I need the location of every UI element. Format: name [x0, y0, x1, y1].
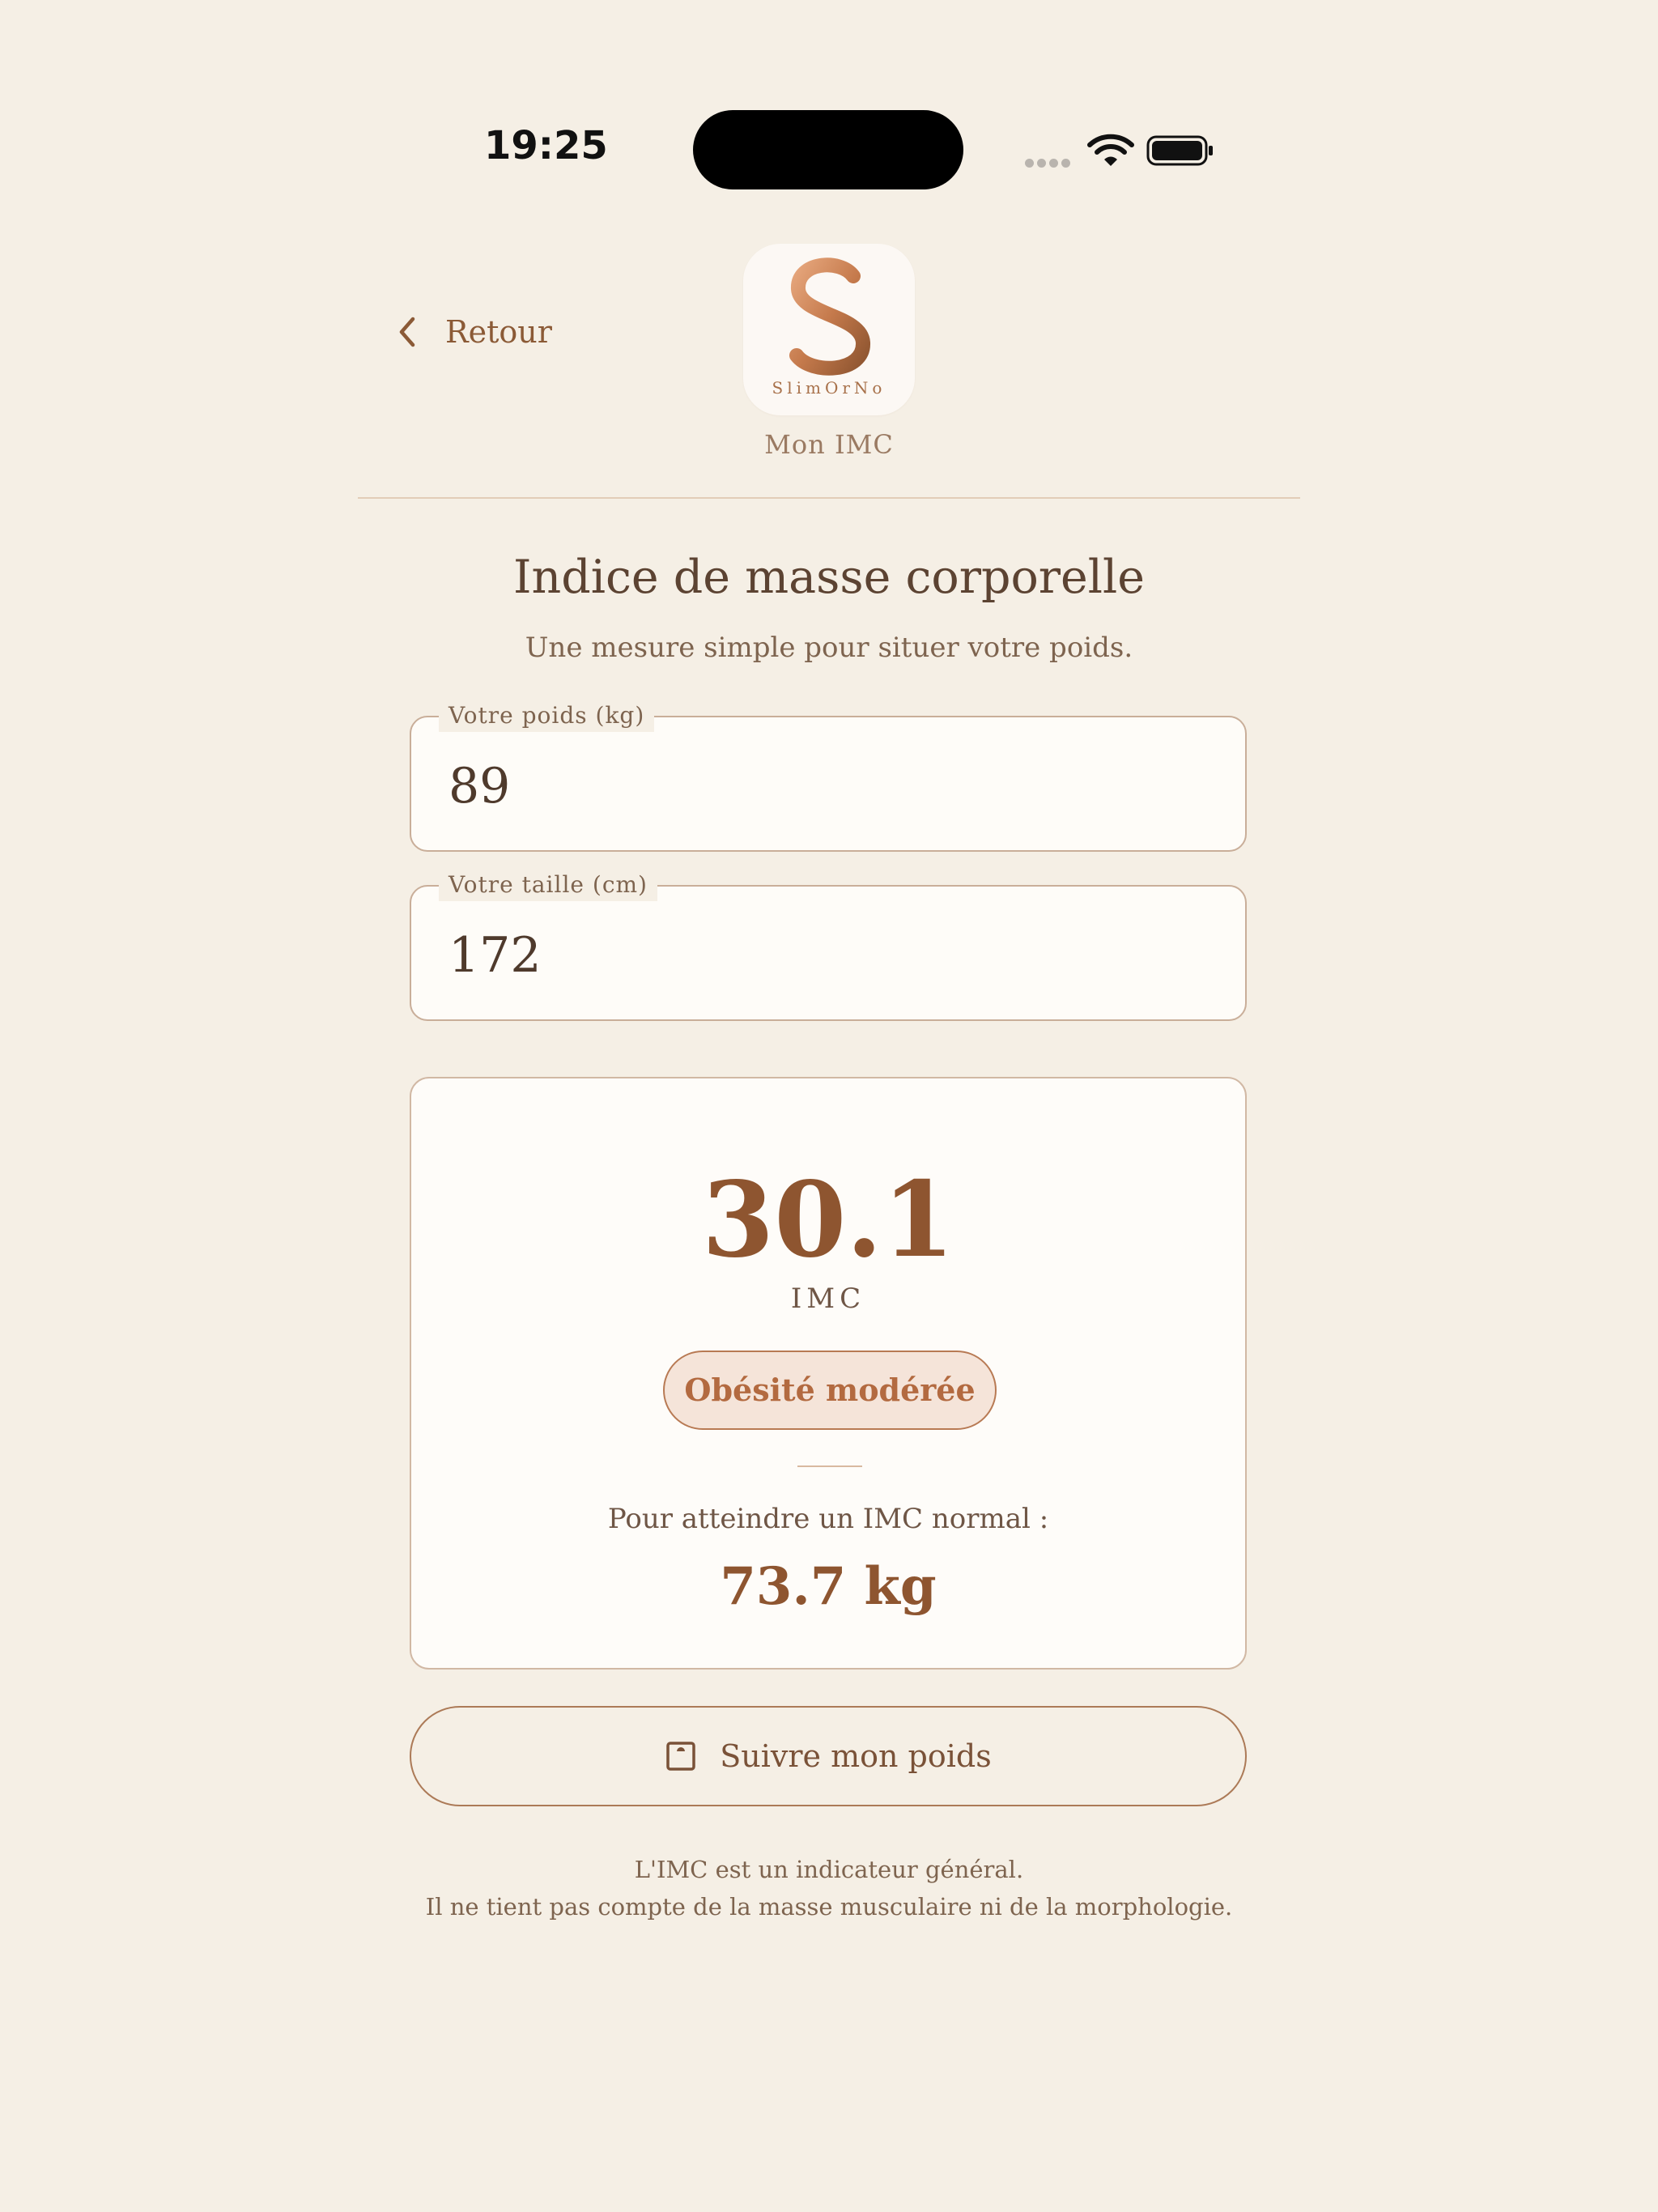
logo-s-mark: [789, 257, 870, 376]
page-title: Indice de masse corporelle: [513, 551, 1145, 604]
disclaimer-line-2: Il ne tient pas compte de la masse muscu…: [425, 1893, 1233, 1921]
card-divider: [797, 1465, 862, 1467]
weight-field-label: Votre poids (kg): [439, 700, 655, 732]
app-logo: SlimOrNo: [743, 244, 915, 415]
header-divider: [358, 497, 1300, 499]
target-weight-label: Pour atteindre un IMC normal :: [607, 1503, 1049, 1535]
weight-input[interactable]: 89: [449, 758, 510, 815]
weight-field[interactable]: Votre poids (kg) 89: [410, 700, 1247, 852]
track-weight-button[interactable]: Suivre mon poids: [410, 1706, 1247, 1806]
status-time: 19:25: [484, 123, 608, 168]
height-field[interactable]: Votre taille (cm) 172: [410, 869, 1247, 1021]
dynamic-island: [693, 110, 963, 189]
bmi-value: 30.1: [702, 1159, 954, 1281]
back-label: Retour: [445, 314, 552, 350]
battery-icon: [1146, 135, 1213, 166]
page-subtitle: Une mesure simple pour situer votre poid…: [525, 632, 1133, 664]
disclaimer: L'IMC est un indicateur général. Il ne t…: [343, 1851, 1315, 1925]
height-input[interactable]: 172: [449, 927, 542, 984]
bmi-label: IMC: [790, 1283, 866, 1315]
category-badge: Obésité modérée: [663, 1351, 997, 1430]
scale-icon: [666, 1742, 695, 1771]
target-weight-value: 73.7 kg: [720, 1556, 937, 1617]
logo-wordmark: SlimOrNo: [772, 378, 886, 398]
wifi-icon: [1087, 134, 1134, 166]
cellular-signal-icon: [1025, 155, 1075, 168]
track-weight-label: Suivre mon poids: [720, 1738, 992, 1774]
header-subtitle: Mon IMC: [764, 429, 894, 460]
height-field-label: Votre taille (cm): [439, 869, 657, 901]
chevron-left-icon: [399, 317, 415, 347]
back-button[interactable]: Retour: [395, 308, 552, 356]
result-card: 30.1 IMC Obésité modérée Pour atteindre …: [410, 1077, 1247, 1670]
disclaimer-line-1: L'IMC est un indicateur général.: [634, 1856, 1024, 1883]
